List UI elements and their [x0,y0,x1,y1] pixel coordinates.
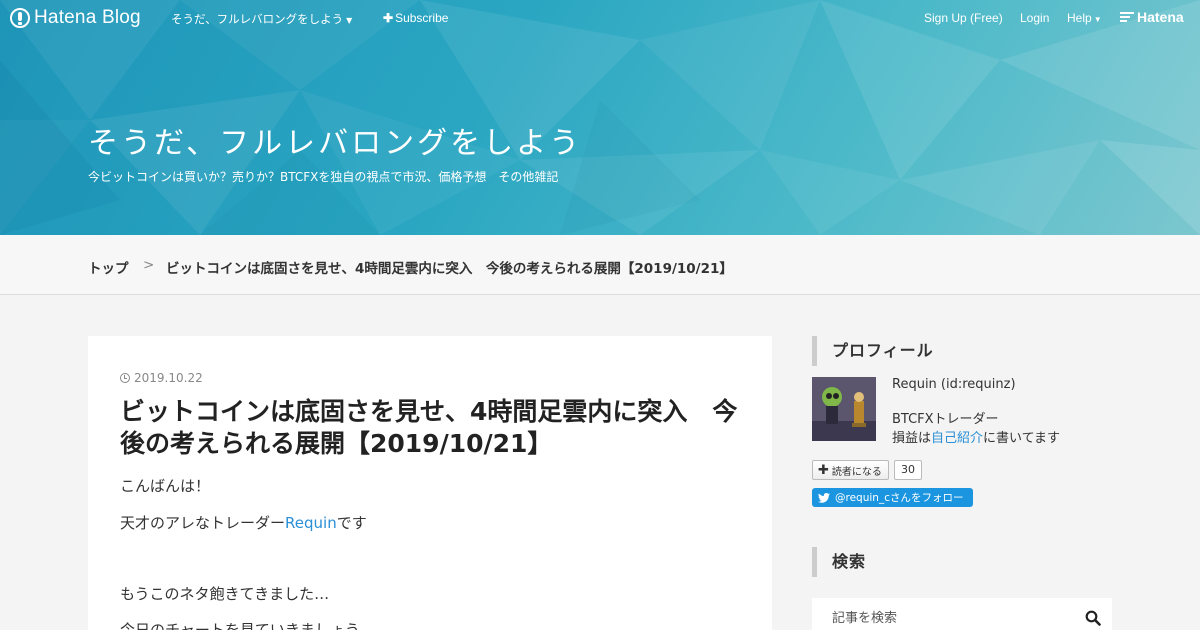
login-link[interactable]: Login [1020,11,1049,25]
entry-text: です [336,514,367,532]
breadcrumb-top-link[interactable]: トップ [88,257,129,277]
entry-title[interactable]: ビットコインは底固さを見せ、4時間足雲内に突入 今後の考えられる展開【2019/… [120,396,740,460]
entry-date-text: 2019.10.22 [134,371,203,385]
profile-name-link[interactable]: Requin (id:requinz) [892,377,1016,392]
subscribe-button[interactable]: ✚ Subscribe [383,11,448,25]
entry-paragraph: こんばんは！ [120,477,211,495]
subscribe-label: Subscribe [395,11,449,25]
caret-down-icon: ▼ [1093,15,1102,24]
help-dropdown[interactable]: Help ▼ [1067,11,1102,25]
entry-paragraph: 天才のアレなトレーダーRequinです [120,512,367,533]
breadcrumb-current: ビットコインは底固さを見せ、4時間足雲内に突入 今後の考えられる展開【2019/… [166,261,733,277]
help-label: Help [1067,11,1092,25]
blog-header-banner: Hatena Blog そうだ、フルレバロングをしよう ▼ ✚ Subscribe … [0,0,1200,235]
hatena-logo-text: Hatena [1137,9,1184,25]
avatar-image [812,377,876,441]
hatena-blog-logo[interactable]: Hatena Blog [10,7,141,29]
search-heading: 検索 [812,547,866,577]
hatena-logo[interactable]: Hatena [1120,9,1184,25]
avatar[interactable] [812,377,876,441]
blog-description: 今ビットコインは買いか？売りか？BTCFXを独自の視点で市況、価格予想 その他雑… [88,170,559,184]
entry-paragraph: 今日のチャートを見ていきましょう [120,621,360,630]
reader-count-badge[interactable]: 30 [894,460,922,480]
hatena-blog-logo-text: Hatena Blog [34,7,141,28]
blog-menu-dropdown[interactable]: そうだ、フルレバロングをしよう ▼ [171,11,352,27]
self-intro-link[interactable]: 自己紹介 [931,431,983,446]
hatena-logo-icon [1120,10,1134,24]
clock-icon [120,373,130,383]
subscribe-reader-button[interactable]: ✚ 読者になる [812,460,889,480]
blog-title[interactable]: そうだ、フルレバロングをしよう [88,118,582,162]
profile-heading: プロフィール [812,336,934,366]
caret-down-icon: ▼ [346,16,353,25]
hatena-blog-logo-icon [10,8,30,28]
global-header: Hatena Blog そうだ、フルレバロングをしよう ▼ ✚ Subscribe … [0,0,1200,36]
blog-menu-label: そうだ、フルレバロングをしよう [171,12,344,26]
entry-date[interactable]: 2019.10.22 [120,371,203,385]
signup-link[interactable]: Sign Up (Free) [924,11,1003,25]
plus-icon: ✚ [383,11,394,25]
search-form [812,598,1112,630]
subscribe-reader-label: 読者になる [831,466,882,478]
twitter-follow-label: @requin_cさんをフォロー [835,492,964,504]
entry-text: 天才のアレなトレーダー [120,514,286,532]
profile-description: 損益は自己紹介に書いてます [892,427,1060,446]
breadcrumb-separator: > [143,257,155,273]
search-icon[interactable] [1085,610,1101,626]
blog-entry: 2019.10.22 ビットコインは底固さを見せ、4時間足雲内に突入 今後の考え… [88,336,772,630]
plus-icon: ✚ [818,462,829,478]
profile-text: に書いてます [983,431,1060,446]
profile-text: 損益は [892,431,932,446]
breadcrumb: トップ > ビットコインは底固さを見せ、4時間足雲内に突入 今後の考えられる展開… [0,235,1200,295]
requin-link[interactable]: Requin [285,514,337,532]
profile-description: BTCFXトレーダー [892,412,999,427]
search-input[interactable] [812,598,1072,630]
entry-paragraph: もうこのネタ飽きてきました… [120,585,330,603]
twitter-bird-icon [818,492,830,503]
twitter-follow-button[interactable]: @requin_cさんをフォロー [812,488,973,507]
